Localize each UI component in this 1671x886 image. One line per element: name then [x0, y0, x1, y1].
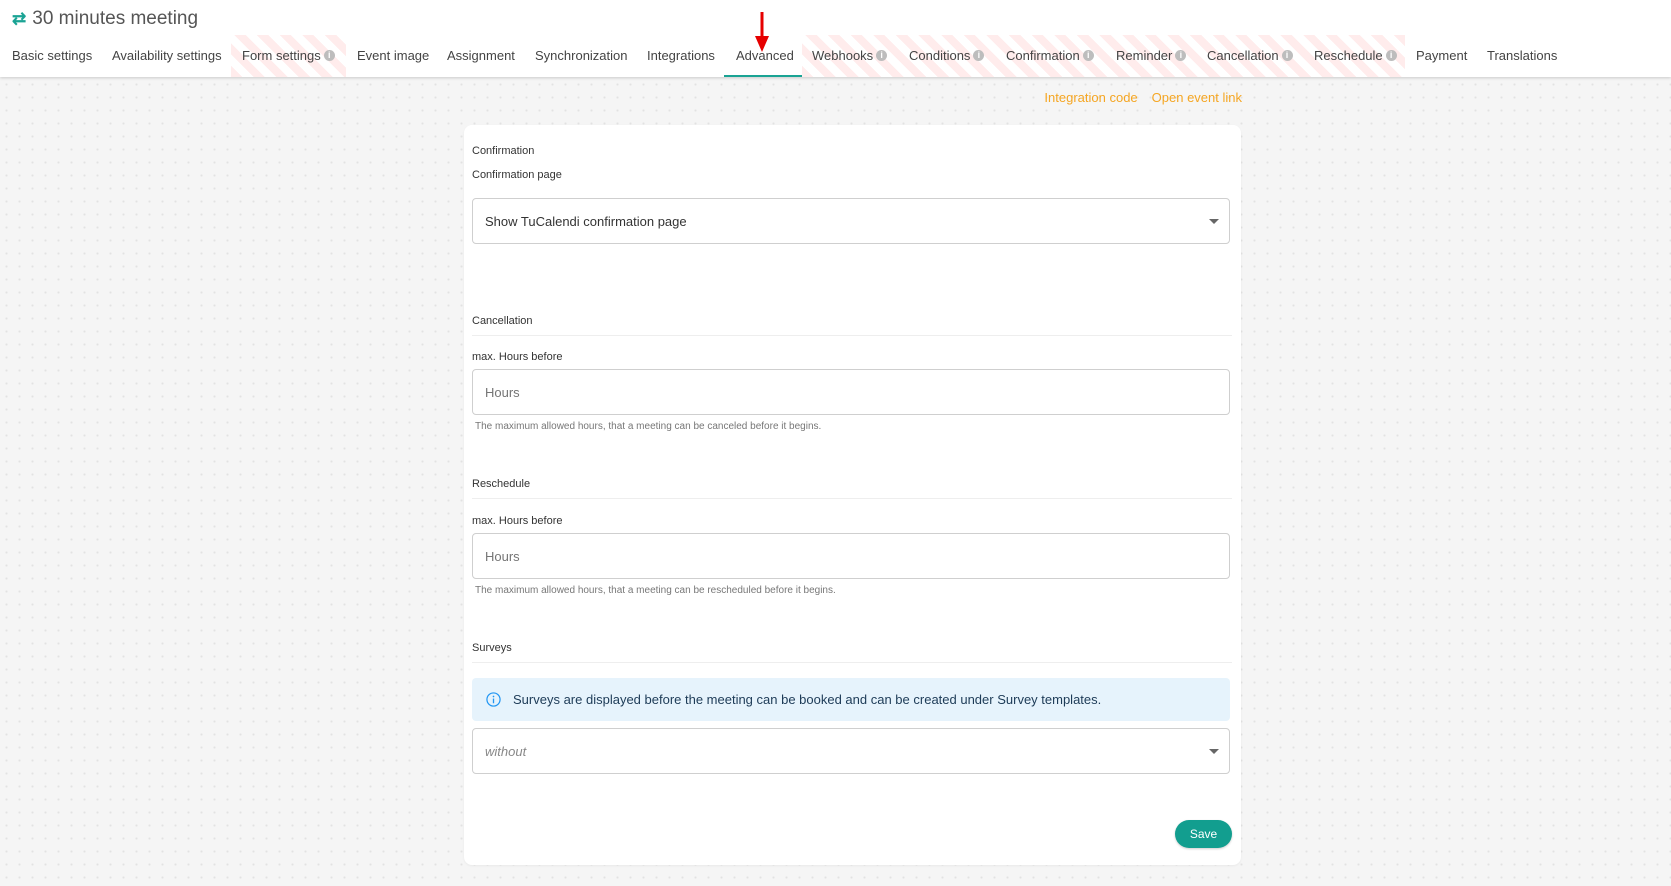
reschedule-hours-input[interactable] — [472, 533, 1230, 579]
tab-payment[interactable]: Payment — [1416, 48, 1467, 63]
tab-integrations[interactable]: Integrations — [647, 48, 715, 63]
info-icon: i — [973, 50, 985, 61]
survey-select-value: without — [485, 743, 527, 759]
divider — [472, 335, 1232, 336]
info-icon: i — [1385, 50, 1397, 61]
tab-assignment[interactable]: Assignment — [447, 48, 515, 63]
info-icon: i — [1175, 50, 1187, 61]
open-event-link[interactable]: Open event link — [1152, 90, 1242, 105]
tab-label: Basic settings — [12, 48, 93, 63]
tab-availability-settings[interactable]: Availability settings — [112, 48, 222, 63]
confirmation-page-value: Show TuCalendi confirmation page — [485, 213, 687, 229]
section-heading-cancellation: Cancellation — [472, 315, 533, 327]
cancellation-hours-label: max. Hours before — [472, 351, 563, 363]
tab-label: Conditions — [909, 48, 971, 63]
section-heading-reschedule: Reschedule — [472, 478, 531, 490]
surveys-info-text: Surveys are displayed before the meeting… — [513, 692, 1102, 707]
surveys-info-alert: Surveys are displayed before the meeting… — [472, 678, 1230, 721]
top-links: Integration code Open event link — [1044, 90, 1242, 105]
info-icon: i — [1281, 50, 1293, 61]
tab-label: Integrations — [647, 48, 715, 63]
info-icon: i — [1082, 50, 1094, 61]
tab-reminder[interactable]: Reminder i — [1116, 48, 1187, 63]
page-title: ⇄ 30 minutes meeting — [12, 8, 198, 30]
divider — [472, 662, 1232, 663]
tab-label: Translations — [1487, 48, 1558, 63]
header: ⇄ 30 minutes meeting Basic settings Avail… — [0, 0, 1671, 77]
tab-label: Confirmation — [1006, 48, 1080, 63]
tab-synchronization[interactable]: Synchronization — [535, 48, 628, 63]
cancellation-hours-input[interactable] — [472, 369, 1230, 415]
tab-label: Availability settings — [112, 48, 222, 63]
annotation-arrow-down-icon — [755, 12, 769, 52]
info-icon: i — [876, 50, 888, 61]
tab-label: Event image — [357, 48, 430, 63]
cancellation-hint: The maximum allowed hours, that a meetin… — [475, 421, 822, 432]
tab-reschedule[interactable]: Reschedule i — [1314, 48, 1397, 63]
confirmation-page-select[interactable]: Show TuCalendi confirmation page — [472, 198, 1230, 244]
info-icon: i — [323, 50, 335, 61]
tab-basic-settings[interactable]: Basic settings — [12, 48, 92, 63]
chevron-down-icon — [1209, 749, 1219, 754]
section-heading-confirmation: Confirmation — [472, 145, 535, 157]
tab-label: Cancellation — [1207, 48, 1279, 63]
tab-conditions[interactable]: Conditions i — [909, 48, 985, 63]
tab-event-image[interactable]: Event image — [357, 48, 429, 63]
tab-label: Payment — [1416, 48, 1468, 63]
divider — [472, 498, 1232, 499]
save-button[interactable]: Save — [1175, 820, 1232, 848]
survey-select[interactable]: without — [472, 728, 1230, 774]
swap-arrows-icon: ⇄ — [12, 9, 27, 28]
tab-form-settings[interactable]: Form settings i — [242, 48, 335, 63]
tab-label: Form settings — [242, 48, 321, 63]
reschedule-hours-label: max. Hours before — [472, 515, 563, 527]
reschedule-hint: The maximum allowed hours, that a meetin… — [475, 585, 836, 596]
settings-card: Confirmation Confirmation page Show TuCa… — [464, 125, 1241, 865]
integration-code-link[interactable]: Integration code — [1044, 90, 1137, 105]
info-circle-icon — [486, 692, 501, 707]
confirmation-page-label: Confirmation page — [472, 169, 562, 181]
tab-label: Synchronization — [535, 48, 628, 63]
page-title-text: 30 minutes meeting — [32, 8, 199, 29]
tab-label: Assignment — [447, 48, 515, 63]
tab-cancellation[interactable]: Cancellation i — [1207, 48, 1293, 63]
chevron-down-icon — [1209, 219, 1219, 224]
section-heading-surveys: Surveys — [472, 642, 512, 654]
tab-webhooks[interactable]: Webhooks i — [812, 48, 888, 63]
tab-label: Reschedule — [1314, 48, 1383, 63]
tab-confirmation[interactable]: Confirmation i — [1006, 48, 1094, 63]
active-tab-indicator — [724, 75, 802, 77]
tab-label: Webhooks — [812, 48, 874, 63]
tab-translations[interactable]: Translations — [1487, 48, 1557, 63]
tab-label: Reminder — [1116, 48, 1173, 63]
